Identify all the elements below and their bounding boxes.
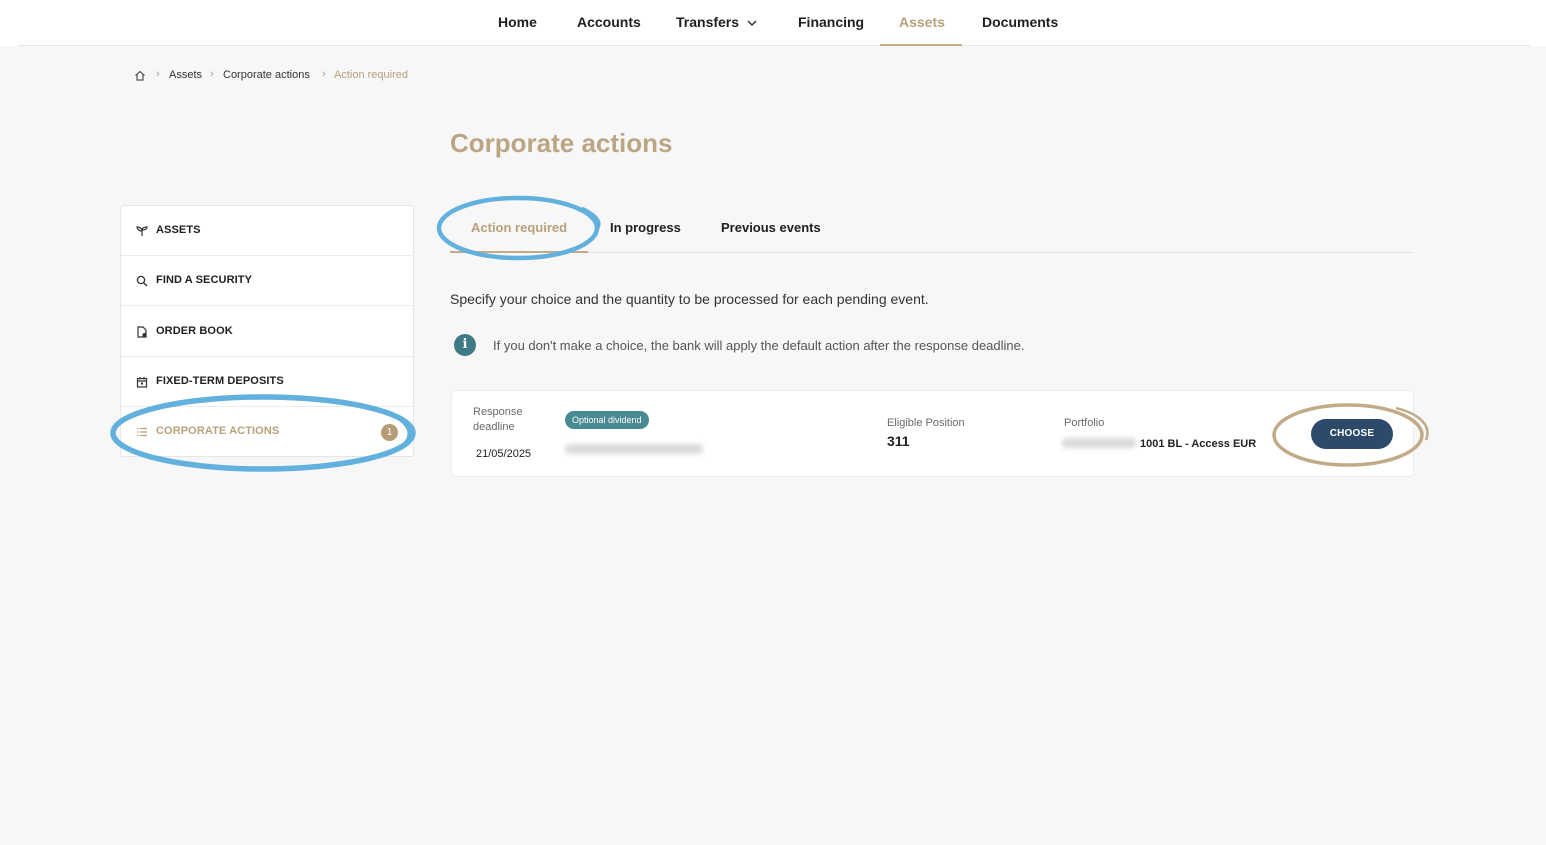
portfolio-value: 1001 BL - Access EUR xyxy=(1140,438,1257,450)
list-icon xyxy=(137,427,147,437)
tab-bar: Action required In progress Previous eve… xyxy=(450,210,1414,253)
tab-action-required[interactable]: Action required xyxy=(471,220,567,235)
eligible-position-value: 311 xyxy=(887,433,910,449)
deadline-value: 21/05/2025 xyxy=(476,448,532,460)
nav-active-underline xyxy=(880,44,962,46)
breadcrumb-corporate-actions[interactable]: Corporate actions xyxy=(223,69,310,81)
sidebar-item-label: ORDER BOOK xyxy=(156,325,233,337)
deadline-label-line: Response xyxy=(473,406,523,418)
nav-transfers[interactable]: Transfers xyxy=(676,0,757,46)
sidebar-item-label: FIND A SECURITY xyxy=(156,274,253,286)
document-icon xyxy=(137,326,147,338)
top-navbar: Home Accounts Transfers Financing Assets… xyxy=(18,0,1530,46)
breadcrumb-separator: › xyxy=(156,68,160,80)
sidebar-item-order-book[interactable]: ORDER BOOK xyxy=(121,307,413,357)
calendar-icon xyxy=(136,377,148,388)
sidebar: ASSETS FIND A SECURITY ORDER BOOK FIXED-… xyxy=(120,205,414,457)
sprout-icon xyxy=(136,226,148,236)
tab-active-underline xyxy=(450,251,588,253)
search-icon xyxy=(136,275,148,287)
breadcrumb-separator: › xyxy=(322,68,326,80)
portfolio-label: Portfolio xyxy=(1064,417,1105,429)
sidebar-item-assets[interactable]: ASSETS xyxy=(121,206,413,256)
breadcrumb-separator: › xyxy=(210,68,214,80)
nav-transfers-label: Transfers xyxy=(676,14,740,30)
event-type-badge: Optional dividend xyxy=(565,411,649,429)
instruction-text: Specify your choice and the quantity to … xyxy=(450,291,929,307)
sidebar-item-find-a-security[interactable]: FIND A SECURITY xyxy=(121,256,413,306)
tab-in-progress[interactable]: In progress xyxy=(610,220,681,235)
breadcrumb-current: Action required xyxy=(334,69,408,81)
nav-assets[interactable]: Assets xyxy=(899,0,945,46)
tab-previous-events[interactable]: Previous events xyxy=(721,220,821,235)
redacted-security-name xyxy=(565,444,703,454)
nav-home[interactable]: Home xyxy=(498,0,537,46)
notification-badge: 1 xyxy=(381,424,398,441)
nav-documents[interactable]: Documents xyxy=(982,0,1058,46)
page-title: Corporate actions xyxy=(450,128,673,158)
sidebar-item-label: CORPORATE ACTIONS xyxy=(156,425,280,437)
corporate-action-card: Response deadline 21/05/2025 Optional di… xyxy=(451,390,1414,477)
deadline-label-line: deadline xyxy=(473,421,515,433)
sidebar-item-fixed-term-deposits[interactable]: FIXED-TERM DEPOSITS xyxy=(121,357,413,407)
nav-accounts[interactable]: Accounts xyxy=(577,0,641,46)
info-icon: i xyxy=(454,334,476,356)
sidebar-item-corporate-actions[interactable]: CORPORATE ACTIONS 1 xyxy=(121,407,413,457)
deadline-label: Response deadline xyxy=(473,405,523,435)
sidebar-item-label: ASSETS xyxy=(156,224,201,236)
choose-button[interactable]: CHOOSE xyxy=(1311,419,1393,449)
redacted-portfolio-number xyxy=(1062,438,1136,448)
info-message: If you don't make a choice, the bank wil… xyxy=(493,338,1025,353)
breadcrumb-assets[interactable]: Assets xyxy=(169,69,202,81)
sidebar-item-label: FIXED-TERM DEPOSITS xyxy=(156,375,284,387)
nav-financing[interactable]: Financing xyxy=(798,0,864,46)
chevron-down-icon xyxy=(747,20,757,26)
eligible-position-label: Eligible Position xyxy=(887,417,965,429)
home-icon[interactable] xyxy=(134,70,146,81)
